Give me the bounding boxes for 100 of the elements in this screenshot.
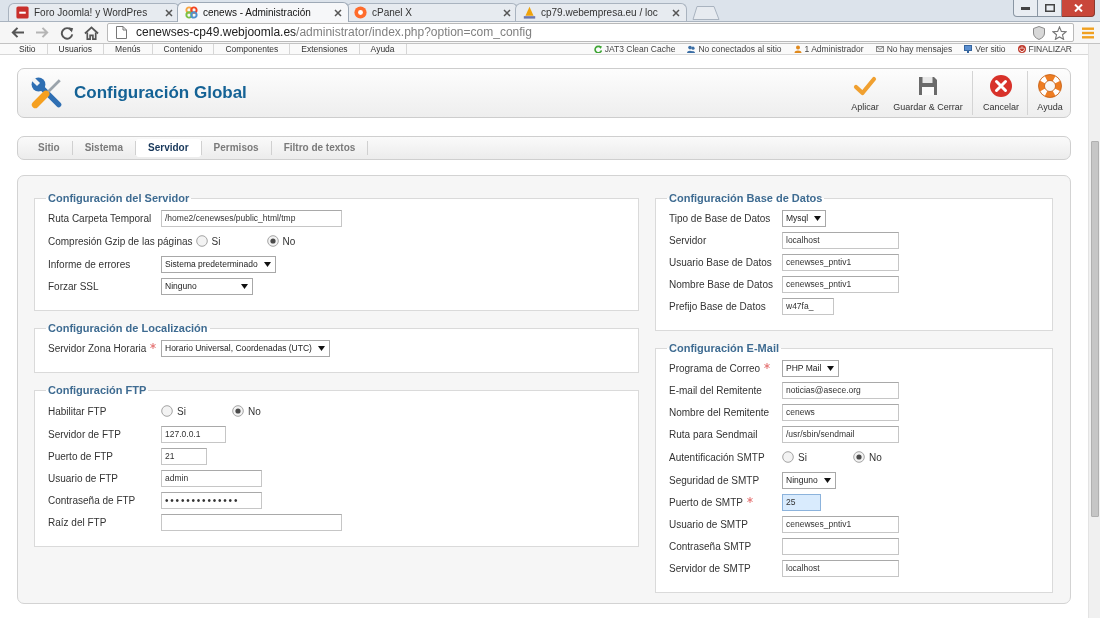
text-field[interactable]: noticias@asece.org — [782, 381, 899, 399]
page-title: Configuración Global — [74, 82, 247, 104]
menu-item[interactable]: Sitio — [8, 44, 47, 54]
text-field[interactable]: /usr/sbin/sendmail — [782, 425, 899, 443]
text-field[interactable]: cenewses_pntiv1 — [782, 253, 899, 271]
dropdown[interactable]: PHP Mail — [782, 359, 840, 377]
close-icon[interactable] — [672, 8, 680, 17]
password-field[interactable] — [782, 537, 899, 555]
checkmark-icon — [853, 74, 877, 98]
browser-tab[interactable]: cPanel X — [346, 3, 518, 21]
save-button[interactable]: Guardar & Cerrar — [890, 71, 966, 115]
caret-down-icon — [263, 261, 271, 267]
dropdown[interactable]: Ninguno — [782, 471, 836, 489]
text-field[interactable]: /home2/cenewses/public_html/tmp — [161, 209, 342, 227]
field-label: Tipo de Base de Datos — [669, 211, 771, 225]
close-icon[interactable] — [503, 8, 511, 17]
tab[interactable]: Sistema — [72, 139, 136, 157]
reload-icon[interactable] — [60, 25, 74, 40]
option-label: Si — [798, 450, 807, 464]
dropdown[interactable]: Mysql — [782, 209, 827, 227]
menu-item[interactable]: Contenido — [152, 44, 214, 54]
menu-item[interactable]: Menús — [104, 44, 152, 54]
radio-button[interactable] — [853, 451, 865, 463]
text-field[interactable]: cenews — [782, 403, 899, 421]
radio-button[interactable] — [232, 405, 244, 417]
text-field[interactable]: 25 — [782, 493, 821, 511]
radio-button[interactable] — [195, 235, 208, 247]
apply-button[interactable]: Aplicar — [844, 71, 886, 115]
tab[interactable]: Permisos — [201, 139, 271, 157]
favicon-icon — [523, 6, 536, 19]
field-label: Programa de Correo — [669, 361, 761, 375]
radio-button[interactable] — [782, 451, 794, 463]
field-label: Informe de errores — [48, 257, 131, 271]
text-field[interactable]: 127.0.0.1 — [161, 425, 226, 443]
radio-button[interactable] — [266, 235, 279, 247]
text-field[interactable]: w47fa_ — [782, 297, 834, 315]
menu-item[interactable]: Componentes — [214, 44, 290, 54]
text-field[interactable]: cenewses_pntiv1 — [782, 515, 899, 533]
dropdown[interactable]: Horario Universal, Coordenadas (UTC) — [161, 339, 330, 357]
menu-item[interactable]: Extensiones — [290, 44, 359, 54]
header-link[interactable]: Ver sitio — [964, 44, 1006, 54]
browser-tab[interactable]: cp79.webempresa.eu / loc — [515, 3, 687, 21]
help-button[interactable]: Ayuda — [1032, 71, 1068, 115]
field-label: Ruta para Sendmail — [669, 427, 758, 441]
text-field[interactable]: localhost — [782, 231, 899, 249]
text-field[interactable] — [161, 513, 342, 531]
shield-icon[interactable] — [1033, 25, 1045, 40]
text-field[interactable]: 21 — [161, 447, 207, 465]
field-label: Compresión Gzip de las páginas — [48, 234, 193, 248]
radio-button[interactable] — [161, 405, 173, 417]
field-label: E-mail del Remitente — [669, 383, 762, 397]
field-label: Usuario de SMTP — [669, 517, 748, 531]
section-title: Configuración de Localización — [47, 321, 209, 335]
section-title: Configuración del Servidor — [47, 191, 191, 205]
field-label: Servidor Zona Horaria — [48, 341, 147, 355]
close-button[interactable] — [1062, 0, 1095, 17]
field-label: Usuario Base de Datos — [669, 255, 772, 269]
header-link[interactable]: No conectados al sitio — [687, 44, 782, 54]
close-icon[interactable] — [165, 8, 173, 17]
tab[interactable]: Sitio — [26, 139, 72, 157]
favicon-icon — [16, 6, 29, 19]
field-label: Habilitar FTP — [48, 404, 107, 418]
monitor-icon — [964, 45, 973, 53]
password-field[interactable]: •••••••••••••• — [161, 491, 262, 509]
header-link[interactable]: FINALIZAR — [1017, 44, 1072, 54]
header-link[interactable]: No hay mensajes — [875, 44, 953, 54]
menu-item[interactable]: Ayuda — [359, 44, 406, 54]
dropdown[interactable]: Sistema predeterminado — [161, 255, 276, 273]
caret-down-icon — [814, 215, 822, 221]
header-link[interactable]: JAT3 Clean Cache — [593, 44, 676, 54]
tab[interactable]: Servidor — [136, 139, 201, 157]
maximize-button[interactable] — [1038, 0, 1062, 17]
maximize-icon — [1044, 4, 1055, 12]
field-label: Servidor — [669, 233, 707, 247]
dropdown[interactable]: Ninguno — [161, 277, 253, 295]
field-label: Nombre del Remitente — [669, 405, 770, 419]
text-field[interactable]: cenewses_pntiv1 — [782, 275, 899, 293]
field-label: Contraseña de FTP — [48, 493, 136, 507]
section-title: Configuración FTP — [47, 383, 148, 397]
scrollbar[interactable] — [1088, 44, 1100, 618]
star-icon[interactable] — [1052, 25, 1067, 40]
home-icon[interactable] — [84, 25, 99, 40]
browser-tab[interactable]: cenews - Administración — [177, 2, 349, 22]
close-icon[interactable] — [334, 8, 342, 17]
address-bar[interactable]: cenewses-cp49.webjoomla.es/administrator/index.php?option=com_config — [107, 23, 1074, 42]
close-icon — [1073, 4, 1083, 12]
text-field[interactable]: admin — [161, 469, 262, 487]
scrollbar-thumb[interactable] — [1090, 141, 1099, 517]
menu-item[interactable]: Usuarios — [47, 44, 104, 54]
minimize-button[interactable] — [1013, 0, 1038, 17]
field-label: Puerto de SMTP — [669, 495, 743, 509]
back-icon[interactable] — [10, 26, 25, 39]
cancel-button[interactable]: Cancelar — [979, 71, 1023, 115]
browser-tab[interactable]: Foro Joomla! y WordPres — [8, 3, 180, 21]
header-link[interactable]: 1 Administrador — [793, 44, 864, 54]
text-field[interactable]: localhost — [782, 559, 899, 577]
tab[interactable]: Filtro de textos — [271, 139, 368, 157]
field-label: Raíz del FTP — [48, 515, 107, 529]
section-title: Configuración Base de Datos — [668, 191, 824, 205]
caret-down-icon — [827, 365, 835, 371]
